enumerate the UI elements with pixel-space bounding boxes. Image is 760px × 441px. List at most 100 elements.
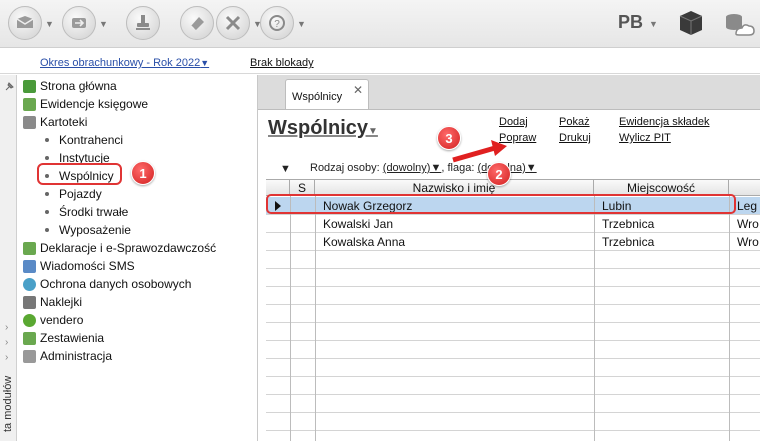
shield-icon — [23, 277, 36, 291]
bullet-icon — [45, 156, 49, 160]
sidebar-subitem-equipment[interactable]: Wyposażenie — [45, 221, 131, 239]
person-type-value: (dowolny) — [382, 162, 431, 174]
selected-row-highlight — [266, 194, 736, 214]
grid-divider — [729, 196, 730, 441]
mail-caret-icon[interactable]: ▼ — [45, 19, 54, 29]
table-row[interactable] — [266, 305, 760, 323]
table-row[interactable] — [266, 359, 760, 377]
content-area: Wspólnicy▼ Dodaj Popraw Pokaż Drukuj Ewi… — [258, 109, 760, 441]
table-cell: Kowalska Anna — [323, 235, 406, 249]
lock-status-link[interactable]: Brak blokady — [250, 57, 314, 69]
expand-arrow-icon[interactable]: › — [5, 322, 8, 333]
sidebar-item-admin[interactable]: Administracja — [23, 347, 112, 365]
callout-badge: 3 — [437, 126, 461, 150]
vendero-icon — [23, 313, 36, 327]
close-icon[interactable]: ✕ — [353, 83, 363, 97]
partners-grid: S Nazwisko i imię Miejscowość Nowak Grze… — [266, 179, 760, 441]
show-button[interactable]: Pokaż — [559, 116, 590, 128]
cards-icon — [23, 115, 36, 129]
table-row[interactable]: Kowalska Anna Trzebnica Wro — [266, 233, 760, 251]
chevron-down-icon: ▼ — [368, 126, 378, 137]
page-title[interactable]: Wspólnicy▼ — [268, 117, 378, 140]
table-row[interactable] — [266, 287, 760, 305]
help-icon[interactable]: ? — [260, 6, 294, 40]
sidebar-item-home[interactable]: Strona główna — [23, 77, 117, 95]
sidebar-subitem-fixed-assets[interactable]: Środki trwałe — [45, 203, 128, 221]
help-caret-icon[interactable]: ▼ — [297, 19, 306, 29]
table-cell: Wro — [737, 235, 759, 249]
calculate-pit-button[interactable]: Wylicz PIT — [619, 132, 671, 144]
grid-divider — [290, 196, 291, 441]
sidebar-item-data-protection[interactable]: Ochrona danych osobowych — [23, 275, 191, 293]
expand-arrow-icon[interactable]: › — [5, 352, 8, 363]
sidebar-subitem-contractors[interactable]: Kontrahenci — [45, 131, 123, 149]
admin-icon — [23, 349, 36, 363]
print-button[interactable]: Drukuj — [559, 132, 591, 144]
pin-icon[interactable] — [3, 82, 14, 93]
grid-divider — [315, 196, 316, 441]
sidebar: Strona główna Ewidencje księgowe Kartote… — [17, 75, 258, 441]
eraser-icon[interactable] — [180, 6, 214, 40]
table-row[interactable] — [266, 395, 760, 413]
import-caret-icon[interactable]: ▼ — [99, 19, 108, 29]
sticker-icon — [23, 295, 36, 309]
callout-badge: 2 — [487, 162, 511, 186]
stamp-icon[interactable] — [126, 6, 160, 40]
table-cell: Trzebnica — [602, 235, 655, 249]
bullet-icon — [45, 210, 49, 214]
period-label: Okres obrachunkowy - Rok 2022 — [40, 57, 201, 69]
ledger-icon — [23, 97, 36, 111]
table-row[interactable] — [266, 269, 760, 287]
person-type-label: Rodzaj osoby: — [310, 162, 380, 174]
sidebar-item-vendero[interactable]: vendero — [23, 311, 83, 329]
sidebar-item-sms[interactable]: Wiadomości SMS — [23, 257, 135, 275]
chart-icon — [23, 331, 36, 345]
main-panel: Wspólnicy ✕ Wspólnicy▼ Dodaj Popraw Poka… — [258, 75, 760, 441]
declaration-icon — [23, 241, 36, 255]
table-row[interactable] — [266, 377, 760, 395]
filter-toggle-icon[interactable]: ▼ — [280, 163, 291, 175]
sidebar-item-records[interactable]: Kartoteki — [23, 113, 87, 131]
sidebar-item-declarations[interactable]: Deklaracje i e-Sprawozdawczość — [23, 239, 216, 257]
table-cell: Kowalski Jan — [323, 217, 394, 231]
table-row[interactable] — [266, 251, 760, 269]
shares-register-button[interactable]: Ewidencja składek — [619, 116, 710, 128]
table-row[interactable] — [266, 341, 760, 359]
tab-label: Wspólnicy — [292, 91, 343, 103]
bullet-icon — [45, 228, 49, 232]
import-icon[interactable] — [62, 6, 96, 40]
mail-icon[interactable] — [8, 6, 42, 40]
sidebar-item-ledgers[interactable]: Ewidencje księgowe — [23, 95, 148, 113]
grid-divider — [594, 196, 595, 441]
add-button[interactable]: Dodaj — [499, 116, 528, 128]
table-row[interactable]: Kowalski Jan Trzebnica Wro — [266, 215, 760, 233]
tools-icon[interactable] — [216, 6, 250, 40]
main-toolbar: ▼ ▼ ▼ ? ▼ PB ▼ — [0, 0, 760, 48]
table-row[interactable] — [266, 323, 760, 341]
sidebar-item-stickers[interactable]: Naklejki — [23, 293, 82, 311]
callout-badge: 1 — [131, 161, 155, 185]
table-row[interactable] — [266, 413, 760, 431]
period-caret-icon: ▼ — [200, 58, 210, 68]
sms-icon — [23, 259, 36, 273]
module-strip-label: ta modułów — [2, 375, 14, 432]
sidebar-subitem-vehicles[interactable]: Pojazdy — [45, 185, 102, 203]
bullet-icon — [45, 138, 49, 142]
expand-arrow-icon[interactable]: › — [5, 337, 8, 348]
home-icon — [23, 79, 36, 93]
bullet-icon — [45, 192, 49, 196]
user-caret-icon[interactable]: ▼ — [649, 19, 658, 29]
column-header[interactable] — [729, 180, 760, 196]
cube-icon[interactable] — [678, 9, 704, 37]
database-cloud-icon[interactable] — [722, 10, 756, 38]
svg-text:?: ? — [274, 19, 280, 30]
highlight-box — [37, 163, 122, 185]
user-initials[interactable]: PB — [618, 12, 643, 33]
page-title-text: Wspólnicy — [268, 117, 369, 139]
period-selector[interactable]: Okres obrachunkowy - Rok 2022▼ — [40, 57, 209, 69]
sidebar-item-reports[interactable]: Zestawienia — [23, 329, 104, 347]
tab-partners[interactable]: Wspólnicy ✕ — [285, 79, 369, 109]
table-cell: Trzebnica — [602, 217, 655, 231]
period-bar: Okres obrachunkowy - Rok 2022▼ Brak blok… — [0, 48, 760, 74]
table-cell: Wro — [737, 217, 759, 231]
